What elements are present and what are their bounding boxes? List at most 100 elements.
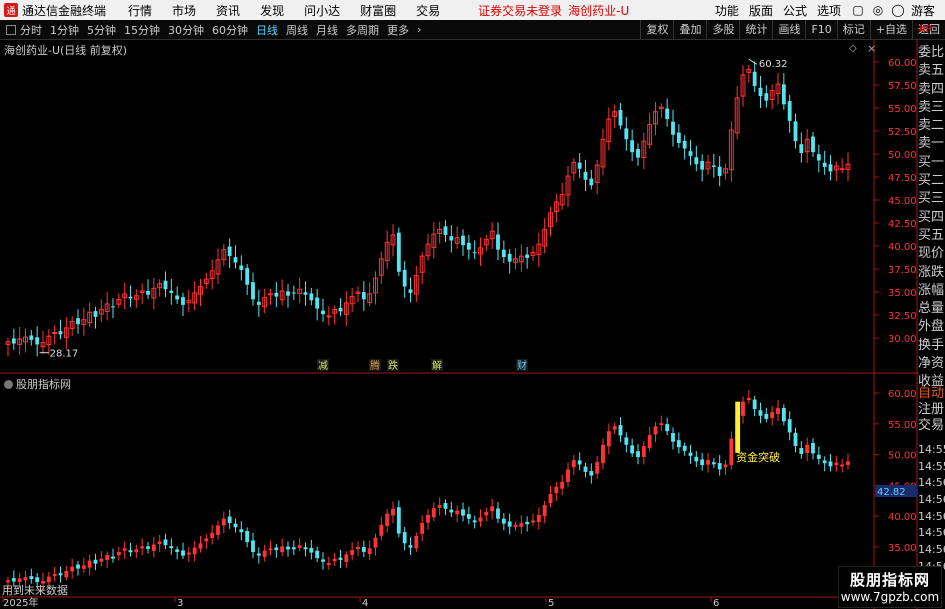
period-tab[interactable]: 月线 <box>316 22 338 38</box>
candle-body-down <box>589 178 594 186</box>
indicator-bar <box>834 462 839 466</box>
close-icon[interactable]: × <box>867 42 876 55</box>
menu-discover[interactable]: 发现 <box>260 2 284 19</box>
indicator-bar <box>280 546 285 553</box>
menu-market[interactable]: 市场 <box>172 2 196 19</box>
event-marker: 腾 <box>370 359 380 372</box>
indicator-bar <box>216 525 220 535</box>
indicator-bar <box>682 445 687 451</box>
kline-chart-area[interactable]: 60.00 57.50 55.00 52.50 50.00 47.50 45.00 42.50… <box>0 40 945 609</box>
high-pointer <box>748 58 758 65</box>
menu-ask[interactable]: 问小达 <box>304 2 340 19</box>
indicator-bar <box>636 451 640 458</box>
indicator-bar <box>653 426 658 435</box>
menu-layout[interactable]: 版面 <box>749 2 773 19</box>
indicator-bar <box>758 410 763 416</box>
side-panel-item[interactable]: 注册 <box>918 402 945 418</box>
toolbar-checkbox[interactable] <box>6 24 16 35</box>
skin-icon[interactable]: ◎ <box>871 3 885 17</box>
title-right-menus: 功能 版面 公式 选项 ▢ ◎ ◯ 游客 <box>715 0 945 20</box>
candle-body-down <box>128 296 133 299</box>
chevron-right-icon[interactable]: › <box>417 23 421 36</box>
menu-trade[interactable]: 交易 <box>416 2 440 19</box>
period-tab-daily[interactable]: 日线 <box>256 22 278 38</box>
indicator-bar <box>116 551 121 556</box>
indicator-bar <box>741 401 745 416</box>
candle-body-down <box>507 253 512 262</box>
menu-function[interactable]: 功能 <box>715 2 739 19</box>
tick-time: 14:56 <box>918 526 945 540</box>
indicator-bar <box>151 544 156 551</box>
candle-body-down <box>175 295 180 300</box>
candle-body-down <box>443 226 448 235</box>
side-panel-item[interactable]: 自动 <box>918 386 945 402</box>
indicator-bar <box>828 461 833 467</box>
side-panel-item[interactable]: 交易 <box>918 418 945 434</box>
candle-body-down <box>29 335 34 340</box>
indicator-bar <box>723 464 728 468</box>
y-tick-label: 40.00 <box>888 242 917 253</box>
candle-body-down <box>811 136 815 153</box>
indicator-bar <box>437 505 442 508</box>
period-tab-more[interactable]: 更多 <box>387 22 409 38</box>
candle-body-down <box>700 161 705 170</box>
candle-body-down <box>256 301 261 305</box>
menu-news[interactable]: 资讯 <box>216 2 240 19</box>
candle-body-down <box>146 290 150 295</box>
indicator-bar <box>781 407 786 422</box>
indicator-bar <box>665 424 670 432</box>
indicator-bar <box>700 459 705 466</box>
indicator-bar <box>105 555 110 560</box>
indicator-bar <box>321 559 325 562</box>
add-watchlist-button[interactable]: +自选 <box>869 20 912 40</box>
menu-wealth[interactable]: 财富圈 <box>360 2 396 19</box>
indicator-bar <box>58 573 63 576</box>
guest-label[interactable]: 游客 <box>911 2 935 19</box>
candle-body-down <box>577 162 582 169</box>
period-tab[interactable]: 5分钟 <box>87 22 116 38</box>
draw-line-button[interactable]: 画线 <box>772 20 805 40</box>
multi-stock-button[interactable]: 多股 <box>706 20 739 40</box>
adjust-button[interactable]: 复权 <box>640 20 673 40</box>
indicator-bar <box>659 423 664 426</box>
indicator-bar <box>466 514 471 519</box>
mark-button[interactable]: 标记 <box>836 20 870 40</box>
period-tab[interactable]: 周线 <box>286 22 308 38</box>
period-tab[interactable]: 15分钟 <box>124 22 160 38</box>
indicator-bar <box>536 514 541 523</box>
indicator-settings-icon[interactable] <box>4 380 13 389</box>
stats-button[interactable]: 统计 <box>739 20 772 40</box>
side-panel-item: 总量 <box>918 301 945 317</box>
indicator-bar <box>227 516 232 523</box>
side-panel-item: 买二 <box>918 173 945 189</box>
y-tick-label: 50.00 <box>888 150 917 161</box>
indicator-bar <box>630 445 635 454</box>
menu-formula[interactable]: 公式 <box>783 2 807 19</box>
overlay-button[interactable]: 叠加 <box>673 20 706 40</box>
candle-body-down <box>618 109 623 126</box>
indicator-bar <box>449 509 454 513</box>
minimize-icon[interactable]: ▢ <box>851 3 865 17</box>
user-icon[interactable]: ◯ <box>891 3 905 17</box>
f10-button[interactable]: F10 <box>805 20 836 40</box>
indicator-bar <box>64 571 69 578</box>
candle-body-down <box>583 171 588 180</box>
candle-body-down <box>274 292 279 297</box>
period-toolbar: 分时 1分钟 5分钟 15分钟 30分钟 60分钟 日线 周线 月线 多周期 更… <box>0 20 945 40</box>
indicator-bar <box>589 471 594 476</box>
event-marker: 财 <box>517 359 527 372</box>
menu-quotes[interactable]: 行情 <box>128 2 152 19</box>
side-panel-item: 外盘 <box>918 319 945 335</box>
indicator-bar <box>840 464 845 467</box>
period-tab[interactable]: 1分钟 <box>50 22 79 38</box>
tick-time: 14:55 <box>918 459 945 473</box>
period-tab[interactable]: 分时 <box>20 22 42 38</box>
period-tab[interactable]: 60分钟 <box>212 22 248 38</box>
period-tab[interactable]: 30分钟 <box>168 22 204 38</box>
menu-options[interactable]: 选项 <box>817 2 841 19</box>
diamond-icon[interactable]: ◇ <box>849 43 857 54</box>
indicator-bar <box>326 563 331 566</box>
period-tab[interactable]: 多周期 <box>346 22 379 38</box>
indicator-bar <box>111 556 115 559</box>
login-warning[interactable]: 证券交易未登录 <box>478 2 562 19</box>
